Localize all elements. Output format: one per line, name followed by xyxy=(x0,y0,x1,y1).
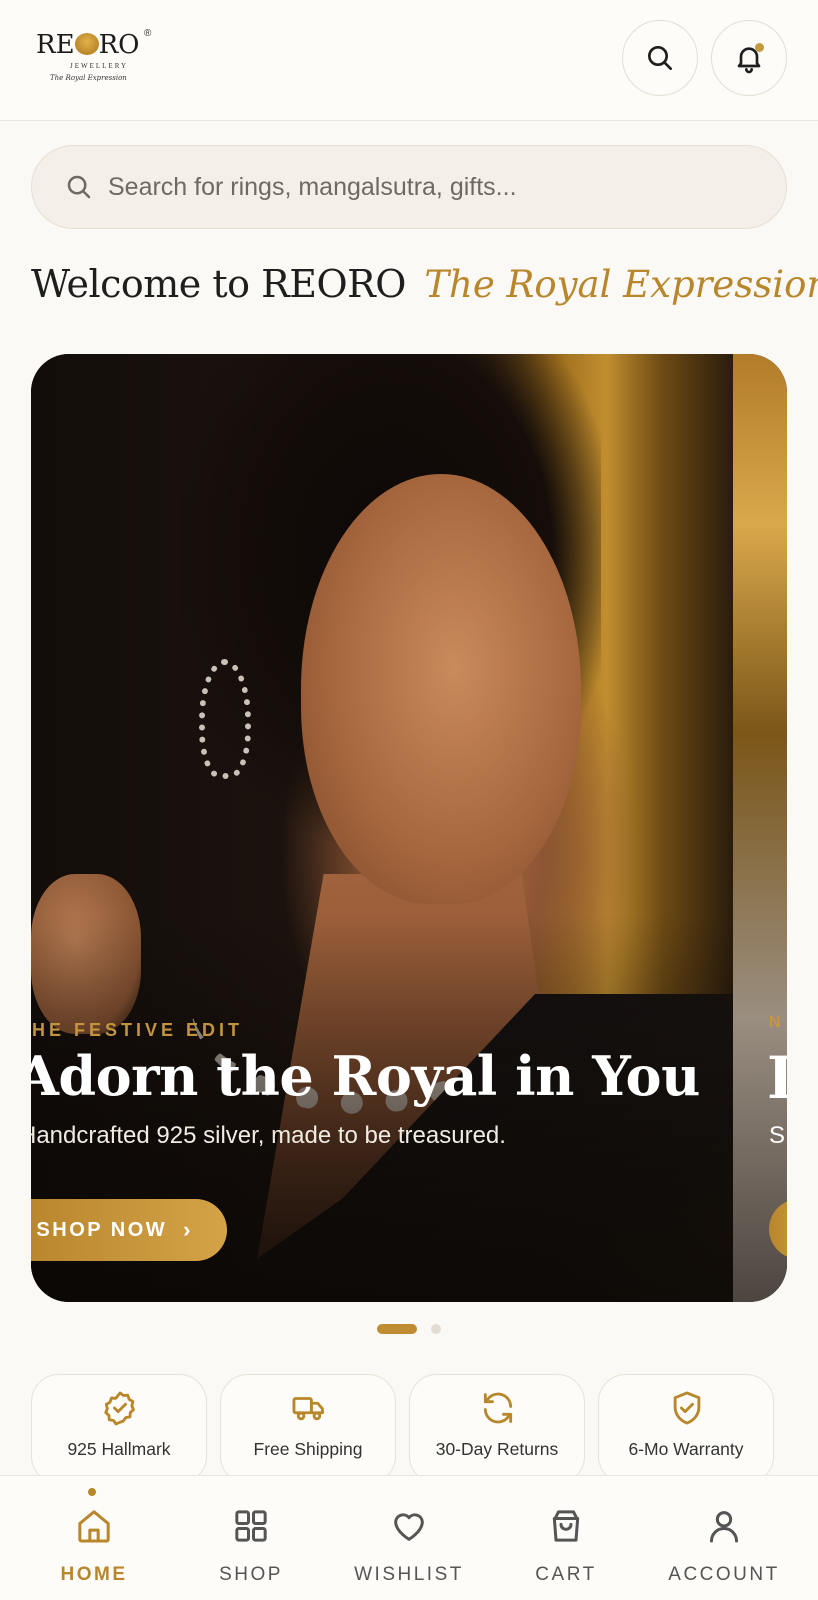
carousel-pagination xyxy=(377,1324,441,1334)
nav-home[interactable]: HOME xyxy=(14,1476,174,1600)
badge-check-icon xyxy=(104,1391,135,1426)
feature-card-hallmark: 925 Hallmark xyxy=(31,1374,207,1484)
hero-slide-1[interactable]: THE FESTIVE EDIT Adorn the Royal in You … xyxy=(31,354,787,1302)
header-search-button[interactable] xyxy=(622,20,698,96)
shop-now-label: SHOP NOW xyxy=(36,1218,168,1241)
nav-account[interactable]: ACCOUNT xyxy=(644,1476,804,1600)
hero-eyebrow: THE FESTIVE EDIT xyxy=(31,1020,244,1040)
chevron-right-icon: › xyxy=(183,1217,193,1242)
search-icon xyxy=(67,175,91,199)
carousel-dot-active[interactable] xyxy=(377,1324,417,1334)
app-header: RE RO ® JEWELLERY The Royal Expression xyxy=(0,0,818,121)
notification-dot xyxy=(755,43,764,52)
grid-icon xyxy=(235,1510,267,1542)
brand-logo[interactable]: RE RO ® JEWELLERY The Royal Expression xyxy=(36,26,156,90)
nav-label: ACCOUNT xyxy=(668,1564,780,1585)
logo-wordmark: RE RO xyxy=(36,30,140,60)
search-bar[interactable] xyxy=(31,145,787,229)
feature-label: 925 Hallmark xyxy=(67,1439,171,1459)
feature-badges: 925 Hallmark Free Shipping 30-Day Return… xyxy=(31,1374,787,1484)
active-indicator xyxy=(88,1488,96,1496)
home-icon xyxy=(78,1510,110,1543)
nav-wishlist[interactable]: WISHLIST xyxy=(329,1476,489,1600)
hero-image-face xyxy=(301,474,581,904)
welcome-heading: Welcome to REORO The Royal Expression xyxy=(31,262,818,322)
nav-shop[interactable]: SHOP xyxy=(171,1476,331,1600)
nav-label: HOME xyxy=(60,1564,128,1585)
truck-icon xyxy=(292,1397,324,1421)
nav-label: SHOP xyxy=(219,1564,283,1585)
logo-tagline: The Royal Expression xyxy=(50,74,127,82)
hero-eyebrow: N xyxy=(769,1014,784,1031)
hero-carousel[interactable]: THE FESTIVE EDIT Adorn the Royal in You … xyxy=(31,354,787,1302)
hero-subtitle: S xyxy=(769,1122,786,1149)
nav-label: WISHLIST xyxy=(354,1564,464,1585)
bag-icon xyxy=(552,1510,580,1542)
refresh-icon xyxy=(483,1392,513,1424)
hero-subtitle: Handcrafted 925 silver, made to be treas… xyxy=(31,1122,506,1149)
hero-title: Adorn the Royal in You xyxy=(31,1044,700,1108)
shield-check-icon xyxy=(673,1391,701,1425)
feature-card-returns: 30-Day Returns xyxy=(409,1374,585,1484)
shop-now-button[interactable] xyxy=(769,1199,787,1259)
feature-label: Free Shipping xyxy=(253,1439,363,1459)
user-icon xyxy=(710,1511,738,1543)
carousel-dot[interactable] xyxy=(431,1324,441,1334)
registered-mark: ® xyxy=(144,28,152,39)
heart-icon xyxy=(394,1513,424,1541)
welcome-title: Welcome to REORO xyxy=(31,262,406,306)
nav-label: CART xyxy=(535,1564,597,1585)
notifications-button[interactable] xyxy=(711,20,787,96)
hero-title: I xyxy=(767,1044,787,1112)
shop-now-button[interactable]: SHOP NOW › xyxy=(31,1199,227,1261)
hero-image-earring xyxy=(199,659,251,779)
logo-subtitle: JEWELLERY xyxy=(70,62,129,70)
nav-cart[interactable]: CART xyxy=(486,1476,646,1600)
feature-card-warranty: 6-Mo Warranty xyxy=(598,1374,774,1484)
hero-slide-2[interactable]: N I S xyxy=(733,354,787,1302)
bottom-navigation: HOME SHOP WISHLIST CART ACCOUNT xyxy=(0,1475,818,1600)
feature-card-shipping: Free Shipping xyxy=(220,1374,396,1484)
welcome-tagline: The Royal Expression xyxy=(424,263,818,306)
feature-label: 30-Day Returns xyxy=(435,1439,559,1459)
search-input[interactable] xyxy=(108,172,728,202)
feature-label: 6-Mo Warranty xyxy=(628,1439,744,1459)
search-icon xyxy=(648,46,672,70)
